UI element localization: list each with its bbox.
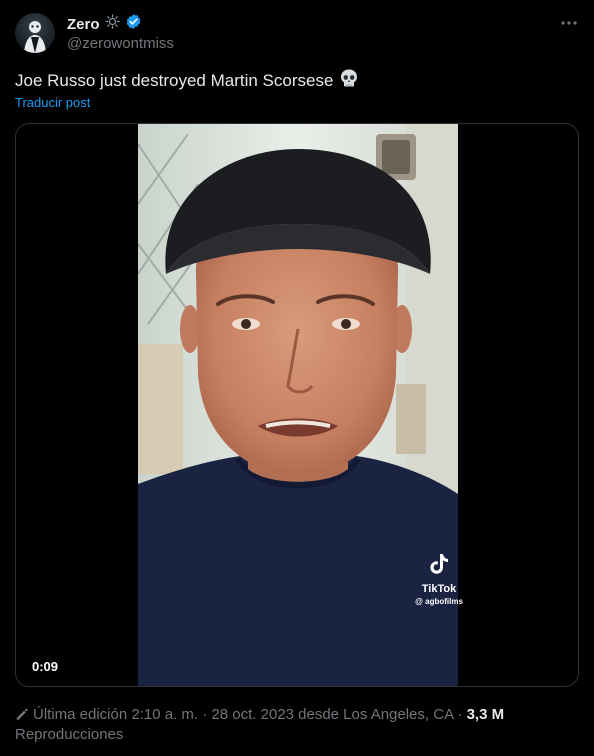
tweet: Zero @zerowontmiss Joe Russo just destro… — [0, 0, 594, 756]
edit-pencil-icon — [15, 707, 29, 727]
skull-emoji-icon — [339, 68, 359, 94]
post-text-content: Joe Russo just destroyed Martin Scorsese — [15, 71, 334, 90]
verified-badge-icon — [125, 13, 142, 35]
views-count[interactable]: 3,3 M — [467, 706, 505, 723]
gear-badge-icon — [104, 14, 120, 34]
translate-post-link[interactable]: Traducir post — [15, 95, 90, 110]
author-name-row[interactable]: Zero — [67, 14, 142, 34]
author-display-name[interactable]: Zero — [67, 16, 100, 33]
tiktok-brand-label: TikTok — [421, 583, 457, 595]
video-player[interactable]: TikTok @ agbofilms 0:09 — [15, 123, 579, 687]
views-label: Reproducciones — [15, 726, 124, 743]
post-text: Joe Russo just destroyed Martin Scorsese — [15, 68, 359, 94]
edited-timestamp[interactable]: Última edición 2:10 a. m. · 28 oct. 2023… — [33, 706, 462, 723]
video-duration: 0:09 — [26, 657, 65, 676]
avatar[interactable] — [15, 13, 55, 53]
post-meta: Última edición 2:10 a. m. · 28 oct. 2023… — [15, 705, 585, 727]
tiktok-watermark: TikTok @ agbofilms — [404, 552, 474, 606]
more-dots-icon — [561, 21, 577, 25]
more-options-button[interactable] — [558, 14, 580, 32]
author-handle[interactable]: @zerowontmiss — [67, 35, 174, 52]
tiktok-handle-label: @ agbofilms — [415, 597, 463, 606]
tiktok-icon — [430, 554, 448, 574]
